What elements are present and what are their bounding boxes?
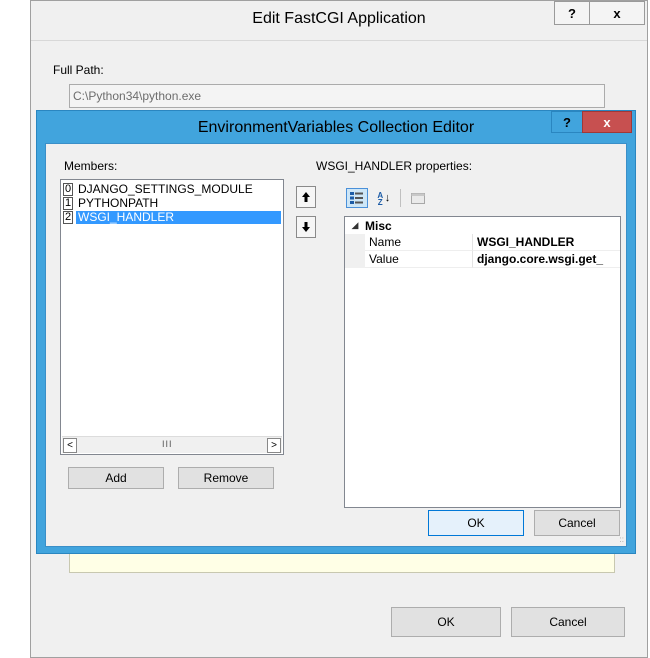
outer-close-button[interactable]: x (589, 1, 645, 25)
outer-ok-button[interactable]: OK (391, 607, 501, 637)
collection-editor-dialog: EnvironmentVariables Collection Editor ?… (36, 110, 636, 554)
remove-button[interactable]: Remove (178, 467, 274, 489)
arrow-up-icon (302, 192, 310, 202)
inner-ok-button[interactable]: OK (428, 510, 524, 536)
outer-title-bar[interactable]: Edit FastCGI Application ? x (31, 1, 647, 41)
property-gutter (345, 251, 365, 268)
property-value[interactable]: django.core.wsgi.get_ (473, 251, 620, 268)
properties-label: WSGI_HANDLER properties: (316, 159, 473, 173)
arrow-down-icon (302, 222, 310, 232)
member-item-django-settings-module[interactable]: 0 DJANGO_SETTINGS_MODULE (63, 183, 281, 196)
property-value[interactable]: WSGI_HANDLER (473, 234, 620, 251)
scroll-right-button[interactable]: > (267, 438, 281, 453)
alphabetical-button[interactable]: AZ ↓ (372, 188, 394, 208)
inner-help-button[interactable]: ? (551, 111, 583, 133)
member-name: DJANGO_SETTINGS_MODULE (78, 182, 253, 196)
toolbar-separator (400, 189, 401, 207)
full-path-label: Full Path: (53, 63, 104, 77)
inner-close-button[interactable]: x (582, 111, 632, 133)
alphabetical-icon: AZ ↓ (376, 191, 391, 205)
scroll-left-button[interactable]: < (63, 438, 77, 453)
member-index: 0 (63, 183, 73, 196)
inner-cancel-button[interactable]: Cancel (534, 510, 620, 536)
member-name: PYTHONPATH (78, 196, 159, 210)
size-grip[interactable]: :: (620, 535, 624, 544)
property-name: Value (365, 251, 473, 268)
categorized-icon (350, 192, 363, 204)
property-name: Name (365, 234, 473, 251)
member-item-wsgi-handler[interactable]: 2 WSGI_HANDLER (63, 211, 281, 224)
add-button[interactable]: Add (68, 467, 164, 489)
scroll-thumb[interactable]: III (162, 439, 173, 449)
property-row-name[interactable]: Name WSGI_HANDLER (345, 234, 620, 251)
members-list[interactable]: 0 DJANGO_SETTINGS_MODULE 1 PYTHONPATH 2 … (60, 179, 284, 455)
property-grid[interactable]: ◢ Misc Name WSGI_HANDLER Value django.co… (344, 216, 621, 508)
collection-editor-title: EnvironmentVariables Collection Editor (197, 119, 475, 136)
collapse-icon[interactable]: ◢ (345, 220, 365, 231)
move-up-button[interactable] (296, 186, 316, 208)
property-grid-toolbar: AZ ↓ (346, 188, 429, 208)
category-name: Misc (365, 218, 392, 233)
member-name: WSGI_HANDLER (76, 211, 281, 224)
member-item-pythonpath[interactable]: 1 PYTHONPATH (63, 197, 281, 210)
category-misc[interactable]: ◢ Misc (345, 217, 620, 234)
members-horizontal-scrollbar[interactable]: < III > (62, 436, 282, 453)
categorized-button[interactable] (346, 188, 368, 208)
property-pages-button[interactable] (407, 188, 429, 208)
alphabetical-icon-letters: AZ (375, 191, 385, 205)
member-index: 2 (63, 211, 73, 224)
member-index: 1 (63, 197, 73, 210)
property-row-value[interactable]: Value django.core.wsgi.get_ (345, 251, 620, 268)
outer-help-button[interactable]: ? (554, 1, 590, 25)
members-label: Members: (64, 159, 118, 173)
full-path-field[interactable]: C:\Python34\python.exe (69, 84, 605, 108)
alphabetical-icon-arrow: ↓ (384, 192, 391, 204)
move-down-button[interactable] (296, 216, 316, 238)
collection-editor-body: Members: 0 DJANGO_SETTINGS_MODULE 1 PYTH… (45, 143, 627, 547)
property-pages-icon (411, 193, 425, 204)
outer-cancel-button[interactable]: Cancel (511, 607, 625, 637)
property-gutter (345, 234, 365, 251)
